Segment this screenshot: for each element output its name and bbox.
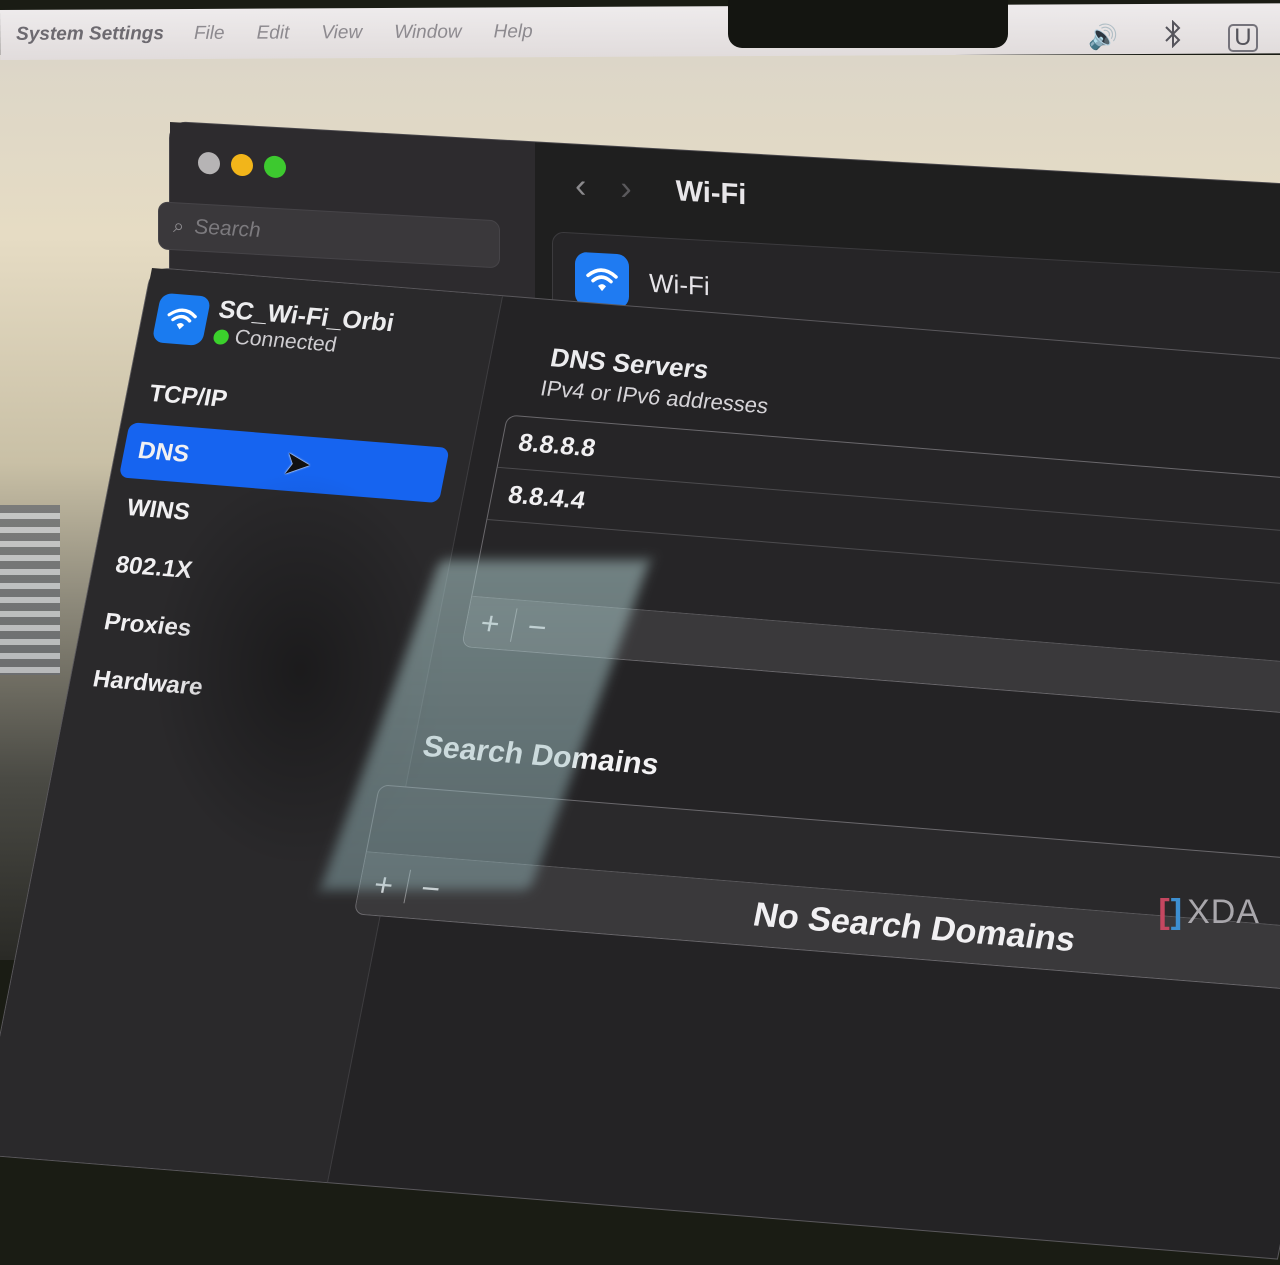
menu-edit[interactable]: Edit (257, 22, 290, 44)
back-button[interactable]: ‹ (575, 167, 586, 207)
input-source-icon[interactable]: U (1227, 23, 1258, 52)
forward-button[interactable]: › (620, 169, 631, 209)
menu-app-name[interactable]: System Settings (16, 23, 164, 46)
dns-servers-subtitle: IPv4 or IPv6 addresses (538, 375, 771, 419)
search-domains-empty-text: No Search Domains (750, 895, 1079, 959)
wifi-icon (151, 292, 212, 346)
search-placeholder: Search (194, 215, 261, 243)
sidebar-item-label: DNS (135, 437, 192, 468)
minimize-button[interactable] (231, 153, 253, 177)
wifi-icon (575, 251, 629, 309)
status-dot-icon (212, 328, 231, 345)
xda-watermark: [ ] XDA (1158, 893, 1260, 932)
watermark-bracket-left: [ (1158, 893, 1171, 931)
menu-help[interactable]: Help (494, 21, 533, 43)
page-title: Wi-Fi (675, 175, 747, 212)
wifi-row-label: Wi-Fi (649, 267, 710, 301)
menu-file[interactable]: File (194, 23, 225, 45)
close-button[interactable] (198, 151, 220, 175)
network-header: SC_Wi-Fi_Orbi Connected (151, 291, 397, 362)
bluetooth-icon[interactable] (1162, 19, 1184, 55)
wallpaper-building (0, 505, 60, 675)
zoom-button[interactable] (264, 155, 286, 179)
camera-notch (728, 0, 1008, 48)
search-icon: ⌕ (173, 214, 185, 238)
watermark-bracket-right: ] (1170, 893, 1184, 931)
volume-icon[interactable]: 🔊 (1088, 23, 1118, 52)
menu-window[interactable]: Window (394, 22, 462, 44)
menu-view[interactable]: View (321, 22, 362, 44)
sidebar-item-label: TCP/IP (146, 380, 230, 413)
watermark-text: XDA (1187, 893, 1260, 931)
menu-status-area: 🔊 U (1088, 19, 1258, 55)
